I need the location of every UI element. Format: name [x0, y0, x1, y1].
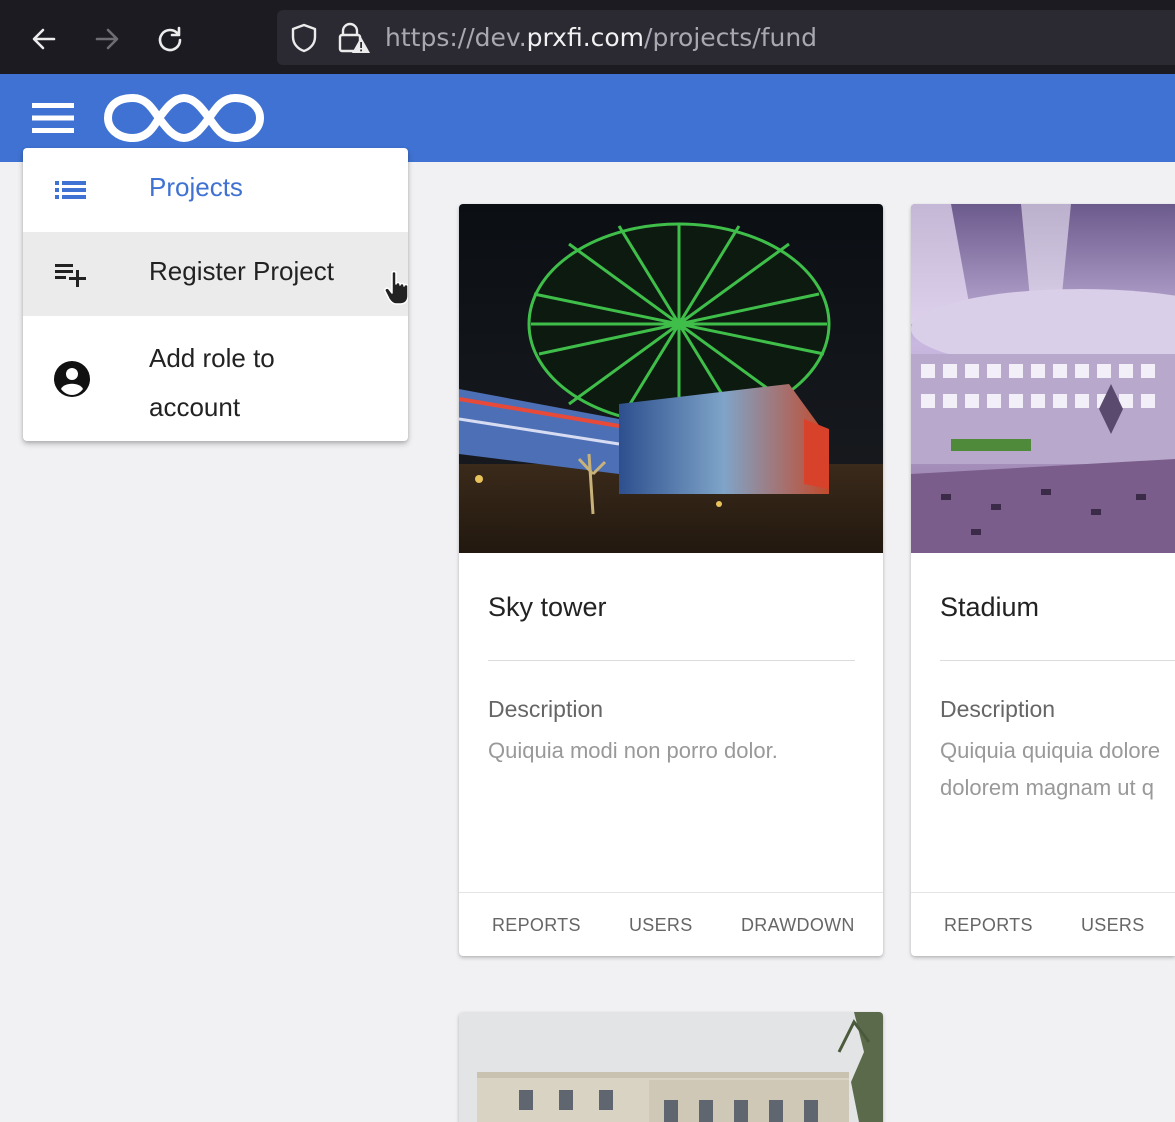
menu-item-add-role[interactable]: Add role to account [23, 316, 408, 441]
description-line: dolorem magnam ut q [940, 775, 1154, 800]
project-image[interactable] [459, 204, 883, 553]
menu-item-register-project[interactable]: Register Project [23, 232, 408, 316]
browser-toolbar: https://dev.prxfi.com/projects/fund [0, 0, 1175, 74]
card-divider [488, 660, 855, 661]
list-icon [55, 181, 86, 199]
users-button[interactable]: USERS [629, 915, 693, 936]
menu-item-projects-label: Projects [149, 172, 243, 202]
card-divider [940, 660, 1175, 661]
project-card [459, 1012, 883, 1122]
tracking-shield-icon [291, 23, 317, 53]
menu-item-register-project-label: Register Project [149, 256, 334, 286]
drawdown-button[interactable]: DRAWDOWN [741, 915, 855, 936]
url-prefix: https://dev. [385, 23, 527, 52]
menu-item-projects[interactable]: Projects [23, 148, 408, 232]
url-host: prxfi.com [526, 23, 645, 52]
address-bar[interactable]: https://dev.prxfi.com/projects/fund [277, 10, 1175, 65]
description-label: Description [940, 696, 1056, 722]
reports-button[interactable]: REPORTS [492, 915, 581, 936]
back-button[interactable] [24, 19, 64, 59]
logo-icon[interactable] [103, 90, 265, 148]
forward-button[interactable] [87, 19, 127, 59]
forward-arrow-icon [95, 28, 119, 50]
project-card: Sky tower Description Quiquia modi non p… [459, 204, 883, 956]
hand-cursor-icon [384, 270, 408, 305]
card-actions-divider [459, 892, 883, 893]
project-image[interactable] [911, 204, 1175, 553]
url-text: https://dev.prxfi.com/projects/fund [385, 23, 817, 52]
description-label: Description [488, 696, 604, 722]
description-line: Quiquia quiquia dolore [940, 738, 1161, 763]
users-button[interactable]: USERS [1081, 915, 1145, 936]
back-arrow-icon [32, 28, 56, 50]
project-title: Stadium [940, 592, 1040, 622]
playlist-add-icon [55, 264, 86, 287]
project-description: Quiquia modi non porro dolor. [488, 738, 778, 763]
reload-icon [158, 26, 182, 52]
reload-button[interactable] [150, 19, 190, 59]
url-path: /projects/fund [644, 23, 818, 52]
reports-button[interactable]: REPORTS [944, 915, 1033, 936]
lock-warning-icon [338, 22, 370, 53]
project-card: Stadium Description Quiquia quiquia dolo… [911, 204, 1175, 956]
navigation-menu: Projects Register Project Add role to ac… [23, 148, 408, 441]
project-title: Sky tower [488, 592, 607, 622]
card-actions-divider [911, 892, 1175, 893]
project-image[interactable] [459, 1012, 883, 1122]
project-description: Quiquia quiquia dolore dolorem magnam ut… [940, 732, 1160, 806]
hamburger-menu-icon[interactable] [32, 100, 74, 136]
account-circle-icon [54, 361, 90, 397]
menu-item-add-role-label: Add role to account [149, 343, 275, 422]
